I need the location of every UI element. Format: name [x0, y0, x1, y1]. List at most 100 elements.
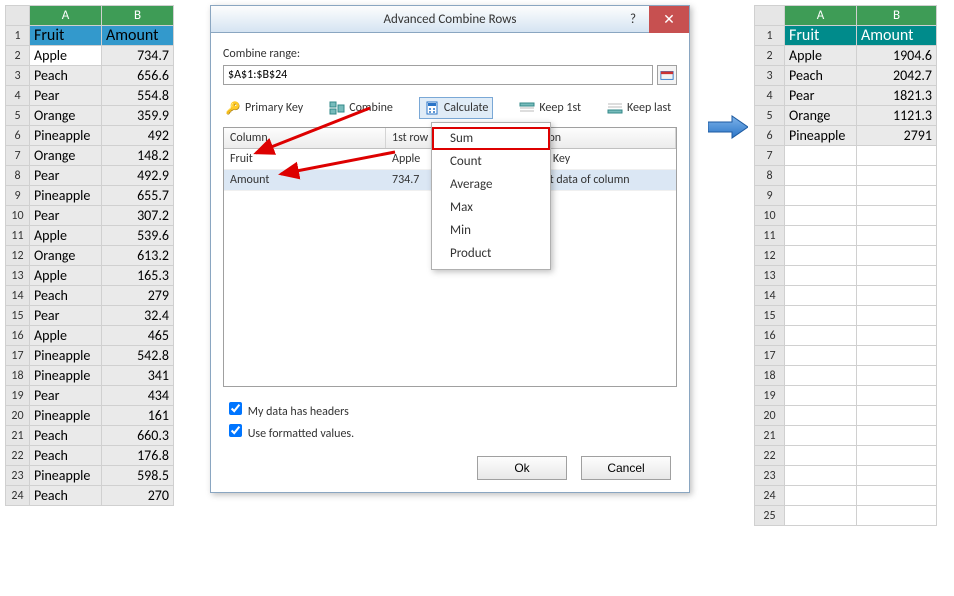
cell[interactable] [857, 366, 937, 386]
cell[interactable]: Pineapple [30, 466, 102, 486]
row-header[interactable]: 11 [6, 226, 30, 246]
cell[interactable] [857, 326, 937, 346]
cell[interactable]: Orange [30, 106, 102, 126]
help-button[interactable]: ? [621, 6, 645, 33]
header-cell-fruit[interactable]: Fruit [785, 26, 857, 46]
row-header[interactable]: 8 [755, 166, 785, 186]
cell[interactable]: Pineapple [30, 406, 102, 426]
col-header-a[interactable]: A [30, 6, 102, 26]
formatted-values-checkbox[interactable]: Use formatted values. [225, 421, 675, 441]
cell[interactable] [857, 446, 937, 466]
cell[interactable]: Pineapple [30, 186, 102, 206]
combine-range-input[interactable] [223, 65, 653, 85]
row-header[interactable]: 14 [755, 286, 785, 306]
cell[interactable]: Apple [785, 46, 857, 66]
cell[interactable] [857, 146, 937, 166]
cell[interactable]: Apple [30, 226, 102, 246]
row-header[interactable]: 24 [755, 486, 785, 506]
cell[interactable] [785, 186, 857, 206]
cell[interactable] [857, 486, 937, 506]
cell[interactable] [785, 166, 857, 186]
cell[interactable]: 660.3 [102, 426, 174, 446]
cell[interactable] [785, 266, 857, 286]
source-grid[interactable]: A B 1 Fruit Amount 2Apple734.73Peach656.… [5, 5, 174, 506]
header-cell-amount[interactable]: Amount [857, 26, 937, 46]
cell[interactable]: Peach [30, 426, 102, 446]
row-header[interactable]: 4 [755, 86, 785, 106]
cell[interactable]: Peach [30, 286, 102, 306]
cell[interactable] [857, 226, 937, 246]
cell[interactable] [857, 166, 937, 186]
column-list[interactable]: Column 1st row Operation Fruit Apple Pri… [223, 127, 677, 387]
cell[interactable] [785, 426, 857, 446]
cell[interactable]: 465 [102, 326, 174, 346]
cell[interactable]: 434 [102, 386, 174, 406]
combine-button[interactable]: Combine [329, 100, 393, 116]
cell[interactable] [785, 506, 857, 526]
cell[interactable]: 2042.7 [857, 66, 937, 86]
cell[interactable] [785, 346, 857, 366]
menu-item-max[interactable]: Max [432, 196, 550, 219]
cell[interactable]: Pear [30, 306, 102, 326]
cell[interactable]: Peach [30, 486, 102, 506]
row-header[interactable]: 5 [6, 106, 30, 126]
cell[interactable]: 2791 [857, 126, 937, 146]
row-header[interactable]: 18 [755, 366, 785, 386]
cell[interactable] [785, 146, 857, 166]
cell[interactable]: Pineapple [785, 126, 857, 146]
cell[interactable]: 1904.6 [857, 46, 937, 66]
primary-key-button[interactable]: 🔑 Primary Key [225, 100, 303, 116]
row-header[interactable]: 23 [6, 466, 30, 486]
result-grid[interactable]: A B 1 Fruit Amount 2Apple1904.63Peach204… [754, 5, 937, 526]
row-header[interactable]: 22 [755, 446, 785, 466]
cell[interactable] [857, 186, 937, 206]
cell[interactable]: 613.2 [102, 246, 174, 266]
cell[interactable]: Pineapple [30, 366, 102, 386]
cell[interactable] [785, 366, 857, 386]
row-header[interactable]: 13 [6, 266, 30, 286]
row-header[interactable]: 21 [6, 426, 30, 446]
menu-item-min[interactable]: Min [432, 219, 550, 242]
cell[interactable]: 307.2 [102, 206, 174, 226]
row-header[interactable]: 20 [755, 406, 785, 426]
cell[interactable] [785, 306, 857, 326]
cell[interactable] [857, 406, 937, 426]
cell[interactable]: 492.9 [102, 166, 174, 186]
cell[interactable]: 148.2 [102, 146, 174, 166]
row-header[interactable]: 12 [755, 246, 785, 266]
cell[interactable]: 539.6 [102, 226, 174, 246]
cell[interactable] [785, 466, 857, 486]
cell[interactable]: Pineapple [30, 126, 102, 146]
row-header[interactable]: 11 [755, 226, 785, 246]
row-header[interactable]: 16 [6, 326, 30, 346]
col-header-b[interactable]: B [102, 6, 174, 26]
row-header[interactable]: 2 [755, 46, 785, 66]
row-header[interactable]: 22 [6, 446, 30, 466]
cell[interactable]: 554.8 [102, 86, 174, 106]
row-header[interactable]: 21 [755, 426, 785, 446]
cell[interactable]: 734.7 [102, 46, 174, 66]
header-cell-fruit[interactable]: Fruit [30, 26, 102, 46]
grid-corner[interactable] [6, 6, 30, 26]
cell[interactable]: Pear [30, 166, 102, 186]
col-header-a[interactable]: A [785, 6, 857, 26]
row-header[interactable]: 18 [6, 366, 30, 386]
row-header[interactable]: 9 [755, 186, 785, 206]
cell[interactable]: Apple [30, 46, 102, 66]
menu-item-sum[interactable]: Sum [432, 127, 550, 150]
cell[interactable]: 341 [102, 366, 174, 386]
row-header[interactable]: 10 [755, 206, 785, 226]
grid-corner[interactable] [755, 6, 785, 26]
ok-button[interactable]: Ok [477, 456, 567, 480]
cell[interactable] [857, 286, 937, 306]
cell[interactable] [785, 406, 857, 426]
cell[interactable]: 270 [102, 486, 174, 506]
cell[interactable]: 492 [102, 126, 174, 146]
cell[interactable] [785, 446, 857, 466]
cell[interactable]: 1821.3 [857, 86, 937, 106]
cell[interactable]: 279 [102, 286, 174, 306]
cell[interactable]: 598.5 [102, 466, 174, 486]
col-header-b[interactable]: B [857, 6, 937, 26]
row-header[interactable]: 6 [6, 126, 30, 146]
cell[interactable]: 1121.3 [857, 106, 937, 126]
